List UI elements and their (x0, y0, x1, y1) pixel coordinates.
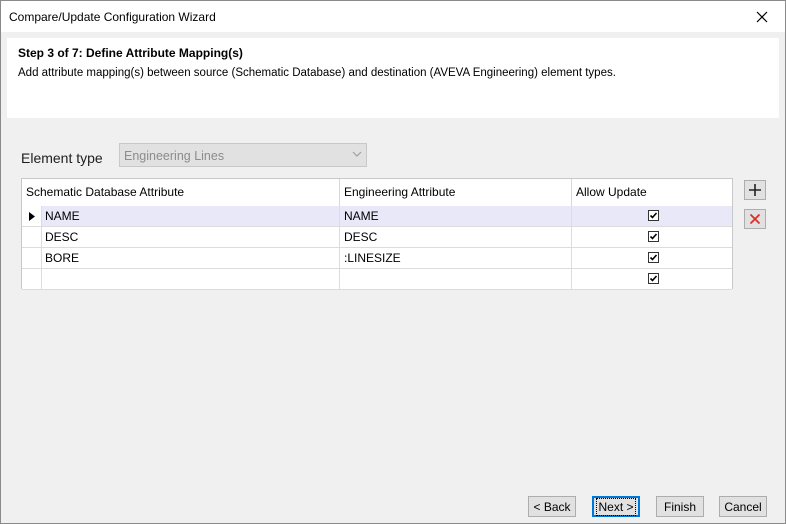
row-header[interactable] (22, 227, 42, 247)
engineering-attribute-cell[interactable]: :LINESIZE (340, 248, 572, 268)
close-icon (756, 11, 768, 22)
back-button[interactable]: < Back (528, 496, 576, 517)
finish-button-label: Finish (663, 499, 696, 514)
allow-update-checkbox[interactable] (648, 273, 659, 284)
source-attribute-cell[interactable]: NAME (41, 206, 340, 226)
row-header[interactable] (22, 206, 42, 226)
checkmark-icon (649, 275, 658, 282)
row-header[interactable] (22, 269, 42, 289)
title-bar: Compare/Update Configuration Wizard (1, 1, 785, 32)
source-attribute-cell[interactable]: BORE (41, 248, 340, 268)
delete-icon (749, 213, 761, 225)
allow-update-cell (572, 269, 732, 289)
allow-update-cell (572, 227, 732, 247)
cancel-button-label: Cancel (724, 499, 762, 514)
table-row[interactable]: DESC DESC (22, 227, 732, 248)
checkmark-icon (649, 254, 658, 261)
engineering-attribute-cell[interactable]: NAME (340, 206, 572, 226)
engineering-attribute-cell[interactable] (340, 269, 572, 289)
step-title: Step 3 of 7: Define Attribute Mapping(s) (18, 46, 243, 60)
current-row-arrow-icon (29, 212, 35, 221)
table-row[interactable]: BORE :LINESIZE (22, 248, 732, 269)
grid-header: Schematic Database Attribute Engineering… (22, 179, 732, 207)
remove-mapping-button[interactable] (744, 209, 766, 229)
column-header-allow-update[interactable]: Allow Update (572, 179, 732, 206)
add-icon (749, 184, 761, 196)
next-button-label: Next > (596, 497, 636, 516)
column-header-target[interactable]: Engineering Attribute (340, 179, 572, 206)
allow-update-checkbox[interactable] (648, 252, 659, 263)
source-attribute-cell[interactable] (41, 269, 340, 289)
checkmark-icon (649, 212, 658, 219)
table-row[interactable]: NAME NAME (22, 206, 732, 227)
column-header-source[interactable]: Schematic Database Attribute (22, 179, 340, 206)
allow-update-checkbox[interactable] (648, 231, 659, 242)
step-header-panel: Step 3 of 7: Define Attribute Mapping(s)… (7, 38, 779, 118)
checkmark-icon (649, 233, 658, 240)
element-type-value: Engineering Lines (124, 149, 225, 163)
wizard-window: Compare/Update Configuration Wizard Step… (0, 0, 786, 524)
row-header[interactable] (22, 248, 42, 268)
table-row-new[interactable] (22, 269, 732, 290)
allow-update-cell (572, 206, 732, 226)
next-button[interactable]: Next > (592, 496, 640, 517)
close-button[interactable] (739, 1, 785, 32)
finish-button[interactable]: Finish (656, 496, 704, 517)
window-title: Compare/Update Configuration Wizard (9, 10, 216, 24)
element-type-combobox[interactable]: Engineering Lines (119, 143, 367, 167)
step-description: Add attribute mapping(s) between source … (18, 67, 616, 79)
source-attribute-cell[interactable]: DESC (41, 227, 340, 247)
add-mapping-button[interactable] (744, 180, 766, 200)
cancel-button[interactable]: Cancel (719, 496, 767, 517)
allow-update-cell (572, 248, 732, 268)
back-button-label: < Back (533, 499, 571, 514)
element-type-label: Element type (21, 150, 103, 166)
chevron-down-icon (352, 151, 362, 157)
engineering-attribute-cell[interactable]: DESC (340, 227, 572, 247)
allow-update-checkbox[interactable] (648, 210, 659, 221)
attribute-mapping-grid: Schematic Database Attribute Engineering… (21, 178, 733, 290)
